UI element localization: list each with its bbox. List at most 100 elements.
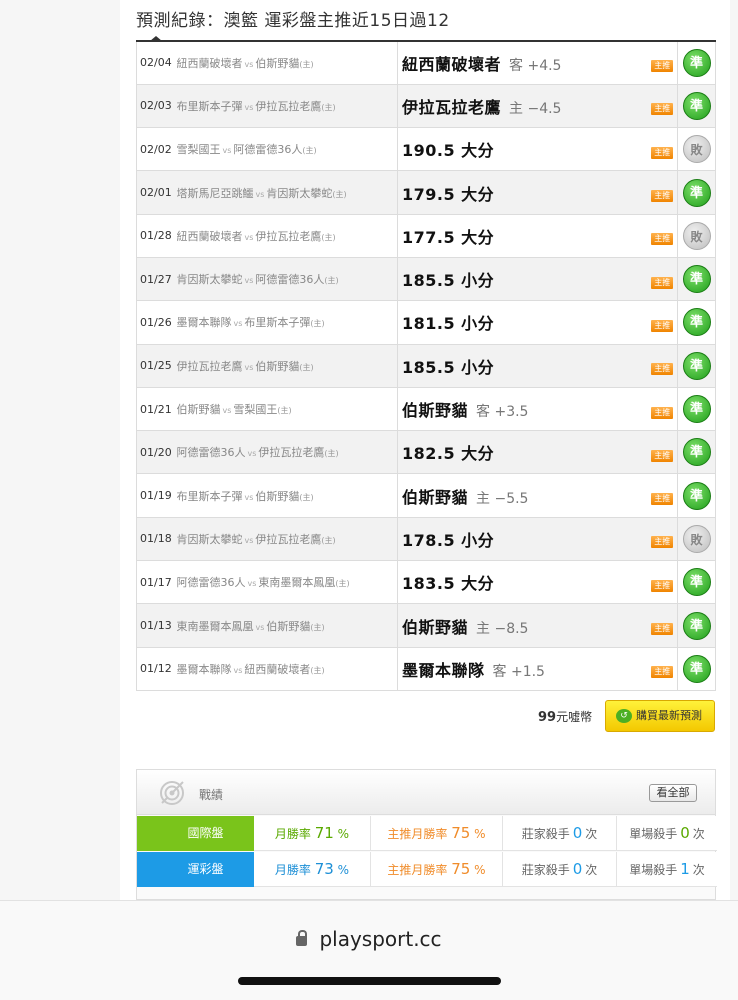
row-result-cell: 敗 (677, 127, 716, 172)
row-date: 01/25 (136, 343, 177, 388)
url-display[interactable]: playsport.cc (0, 927, 738, 951)
row-result-cell: 敗 (677, 213, 716, 258)
home-mark: (主) (324, 276, 339, 286)
row-matchup[interactable]: 東南墨爾本鳳凰 vs 伯斯野貓(主) (176, 603, 398, 648)
home-team: 伊拉瓦拉老鷹 (255, 532, 322, 546)
row-tag-cell: 主推 (647, 127, 678, 172)
home-mark: (主) (324, 449, 339, 459)
row-matchup[interactable]: 阿德雷德36人 vs 伊拉瓦拉老鷹(主) (176, 430, 398, 475)
table-row: 01/21 伯斯野貓 vs 雪梨國王(主) 伯斯野貓客 +3.5 主推準 (136, 386, 716, 432)
home-team: 雪梨國王 (233, 403, 278, 417)
vs-label: vs (222, 406, 232, 416)
row-matchup[interactable]: 伯斯野貓 vs 雪梨國王(主) (176, 386, 398, 432)
monthly-win-rate: 月勝率 71 % (254, 816, 371, 851)
pick-line: 主 −4.5 (509, 100, 562, 117)
home-team: 阿德雷德36人 (233, 143, 303, 157)
row-matchup[interactable]: 肯因斯太攀蛇 vs 阿德雷德36人(主) (176, 256, 398, 302)
row-matchup[interactable]: 紐西蘭破壞者 vs 伯斯野貓(主) (176, 39, 398, 85)
row-tag-cell: 主推 (647, 343, 678, 388)
table-row: 01/12 墨爾本聯隊 vs 紐西蘭破壞者(主) 墨爾本聯隊客 +1.5 主推準 (136, 646, 716, 691)
row-date: 02/04 (136, 39, 177, 85)
row-matchup[interactable]: 布里斯本子彈 vs 伊拉瓦拉老鷹(主) (176, 83, 398, 129)
row-matchup[interactable]: 墨爾本聯隊 vs 紐西蘭破壞者(主) (176, 646, 398, 691)
home-mark: (主) (299, 362, 314, 372)
main-pick-tag: 主推 (651, 666, 674, 679)
result-badge-icon: 準 (682, 611, 711, 640)
result-badge-icon: 準 (682, 568, 711, 597)
row-tag-cell: 主推 (647, 646, 678, 691)
row-matchup[interactable]: 布里斯本子彈 vs 伯斯野貓(主) (176, 473, 398, 518)
table-row: 01/19 布里斯本子彈 vs 伯斯野貓(主) 伯斯野貓主 −5.5 主推準 (136, 473, 716, 518)
vs-label: vs (244, 492, 254, 502)
vs-label: vs (255, 189, 265, 199)
row-date: 01/27 (136, 256, 177, 302)
away-team: 阿德雷德36人 (176, 576, 246, 590)
main-pick-tag: 主推 (651, 233, 674, 246)
row-result-cell: 準 (677, 473, 716, 518)
result-badge-icon: 準 (682, 395, 711, 424)
pick-value: 177.5 大分 (402, 227, 495, 247)
away-team: 肯因斯太攀蛇 (176, 273, 243, 287)
main-pick-tag: 主推 (651, 60, 674, 73)
vs-label: vs (247, 579, 257, 589)
result-badge-icon: 準 (682, 48, 711, 77)
see-all-button[interactable]: 看全部 (649, 784, 697, 802)
result-badge-icon: 準 (682, 654, 711, 683)
result-badge-icon: 準 (682, 178, 711, 207)
row-matchup[interactable]: 肯因斯太攀蛇 vs 伊拉瓦拉老鷹(主) (176, 516, 398, 562)
vs-label: vs (233, 319, 243, 329)
home-mark: (主) (310, 665, 325, 675)
home-mark: (主) (321, 232, 336, 242)
vs-label: vs (233, 665, 243, 675)
row-pick: 185.5 小分 (397, 256, 648, 302)
banker-killer: 莊家殺手 0 次 (503, 816, 617, 851)
row-date: 01/18 (136, 516, 177, 562)
away-team: 阿德雷德36人 (176, 446, 246, 460)
buy-button-label: 購買最新預測 (636, 709, 702, 722)
row-matchup[interactable]: 紐西蘭破壞者 vs 伊拉瓦拉老鷹(主) (176, 213, 398, 258)
price-unit: 元噓幣 (556, 710, 593, 724)
vs-label: vs (244, 276, 254, 286)
result-badge-icon: 準 (682, 91, 711, 120)
main-content: 預測紀錄：澳籃 運彩盤主推近15日過12 02/04 紐西蘭破壞者 vs 伯斯野貓(主… (120, 0, 730, 900)
row-matchup[interactable]: 伊拉瓦拉老鷹 vs 伯斯野貓(主) (176, 343, 398, 388)
row-date: 01/26 (136, 300, 177, 345)
cart-icon: ↺ (616, 709, 632, 723)
row-pick: 伯斯野貓主 −8.5 (397, 603, 648, 648)
home-indicator[interactable] (238, 977, 501, 985)
row-result-cell: 準 (677, 560, 716, 605)
home-mark: (主) (310, 622, 325, 632)
home-team: 伊拉瓦拉老鷹 (255, 229, 322, 243)
buy-latest-prediction-button[interactable]: ↺ 購買最新預測 (605, 700, 715, 732)
table-row: 01/20 阿德雷德36人 vs 伊拉瓦拉老鷹(主) 182.5 大分 主推準 (136, 430, 716, 475)
away-team: 紐西蘭破壞者 (176, 229, 243, 243)
result-badge-icon: 敗 (682, 221, 711, 250)
pick-line: 客 +1.5 (492, 663, 545, 680)
row-tag-cell: 主推 (647, 430, 678, 475)
row-date: 02/03 (136, 83, 177, 129)
row-tag-cell: 主推 (647, 386, 678, 432)
result-badge-icon: 準 (682, 308, 711, 337)
stat-row-label: 運彩盤 (137, 852, 254, 887)
row-matchup[interactable]: 雪梨國王 vs 阿德雷德36人(主) (176, 127, 398, 172)
table-row: 02/04 紐西蘭破壞者 vs 伯斯野貓(主) 紐西蘭破壞者客 +4.5 主推準 (136, 39, 716, 85)
row-matchup[interactable]: 塔斯馬尼亞跳鱷 vs 肯因斯太攀蛇(主) (176, 170, 398, 215)
row-date: 01/17 (136, 560, 177, 605)
row-matchup[interactable]: 墨爾本聯隊 vs 布里斯本子彈(主) (176, 300, 398, 345)
table-row: 01/18 肯因斯太攀蛇 vs 伊拉瓦拉老鷹(主) 178.5 小分 主推敗 (136, 516, 716, 562)
away-team: 伊拉瓦拉老鷹 (176, 359, 243, 373)
stat-row-label: 國際盤 (137, 816, 254, 851)
pick-line: 客 +3.5 (476, 404, 529, 421)
row-result-cell: 敗 (677, 516, 716, 562)
row-pick: 伯斯野貓客 +3.5 (397, 386, 648, 432)
stats-title: 戰績 (199, 788, 224, 802)
main-pick-tag: 主推 (651, 493, 674, 506)
pick-value: 178.5 小分 (402, 530, 495, 550)
vs-label: vs (255, 622, 265, 632)
row-tag-cell: 主推 (647, 603, 678, 648)
row-tag-cell: 主推 (647, 39, 678, 85)
pick-value: 紐西蘭破壞者 (402, 54, 502, 74)
away-team: 墨爾本聯隊 (176, 316, 232, 330)
row-matchup[interactable]: 阿德雷德36人 vs 東南墨爾本鳳凰(主) (176, 560, 398, 605)
result-badge-icon: 準 (682, 351, 711, 380)
